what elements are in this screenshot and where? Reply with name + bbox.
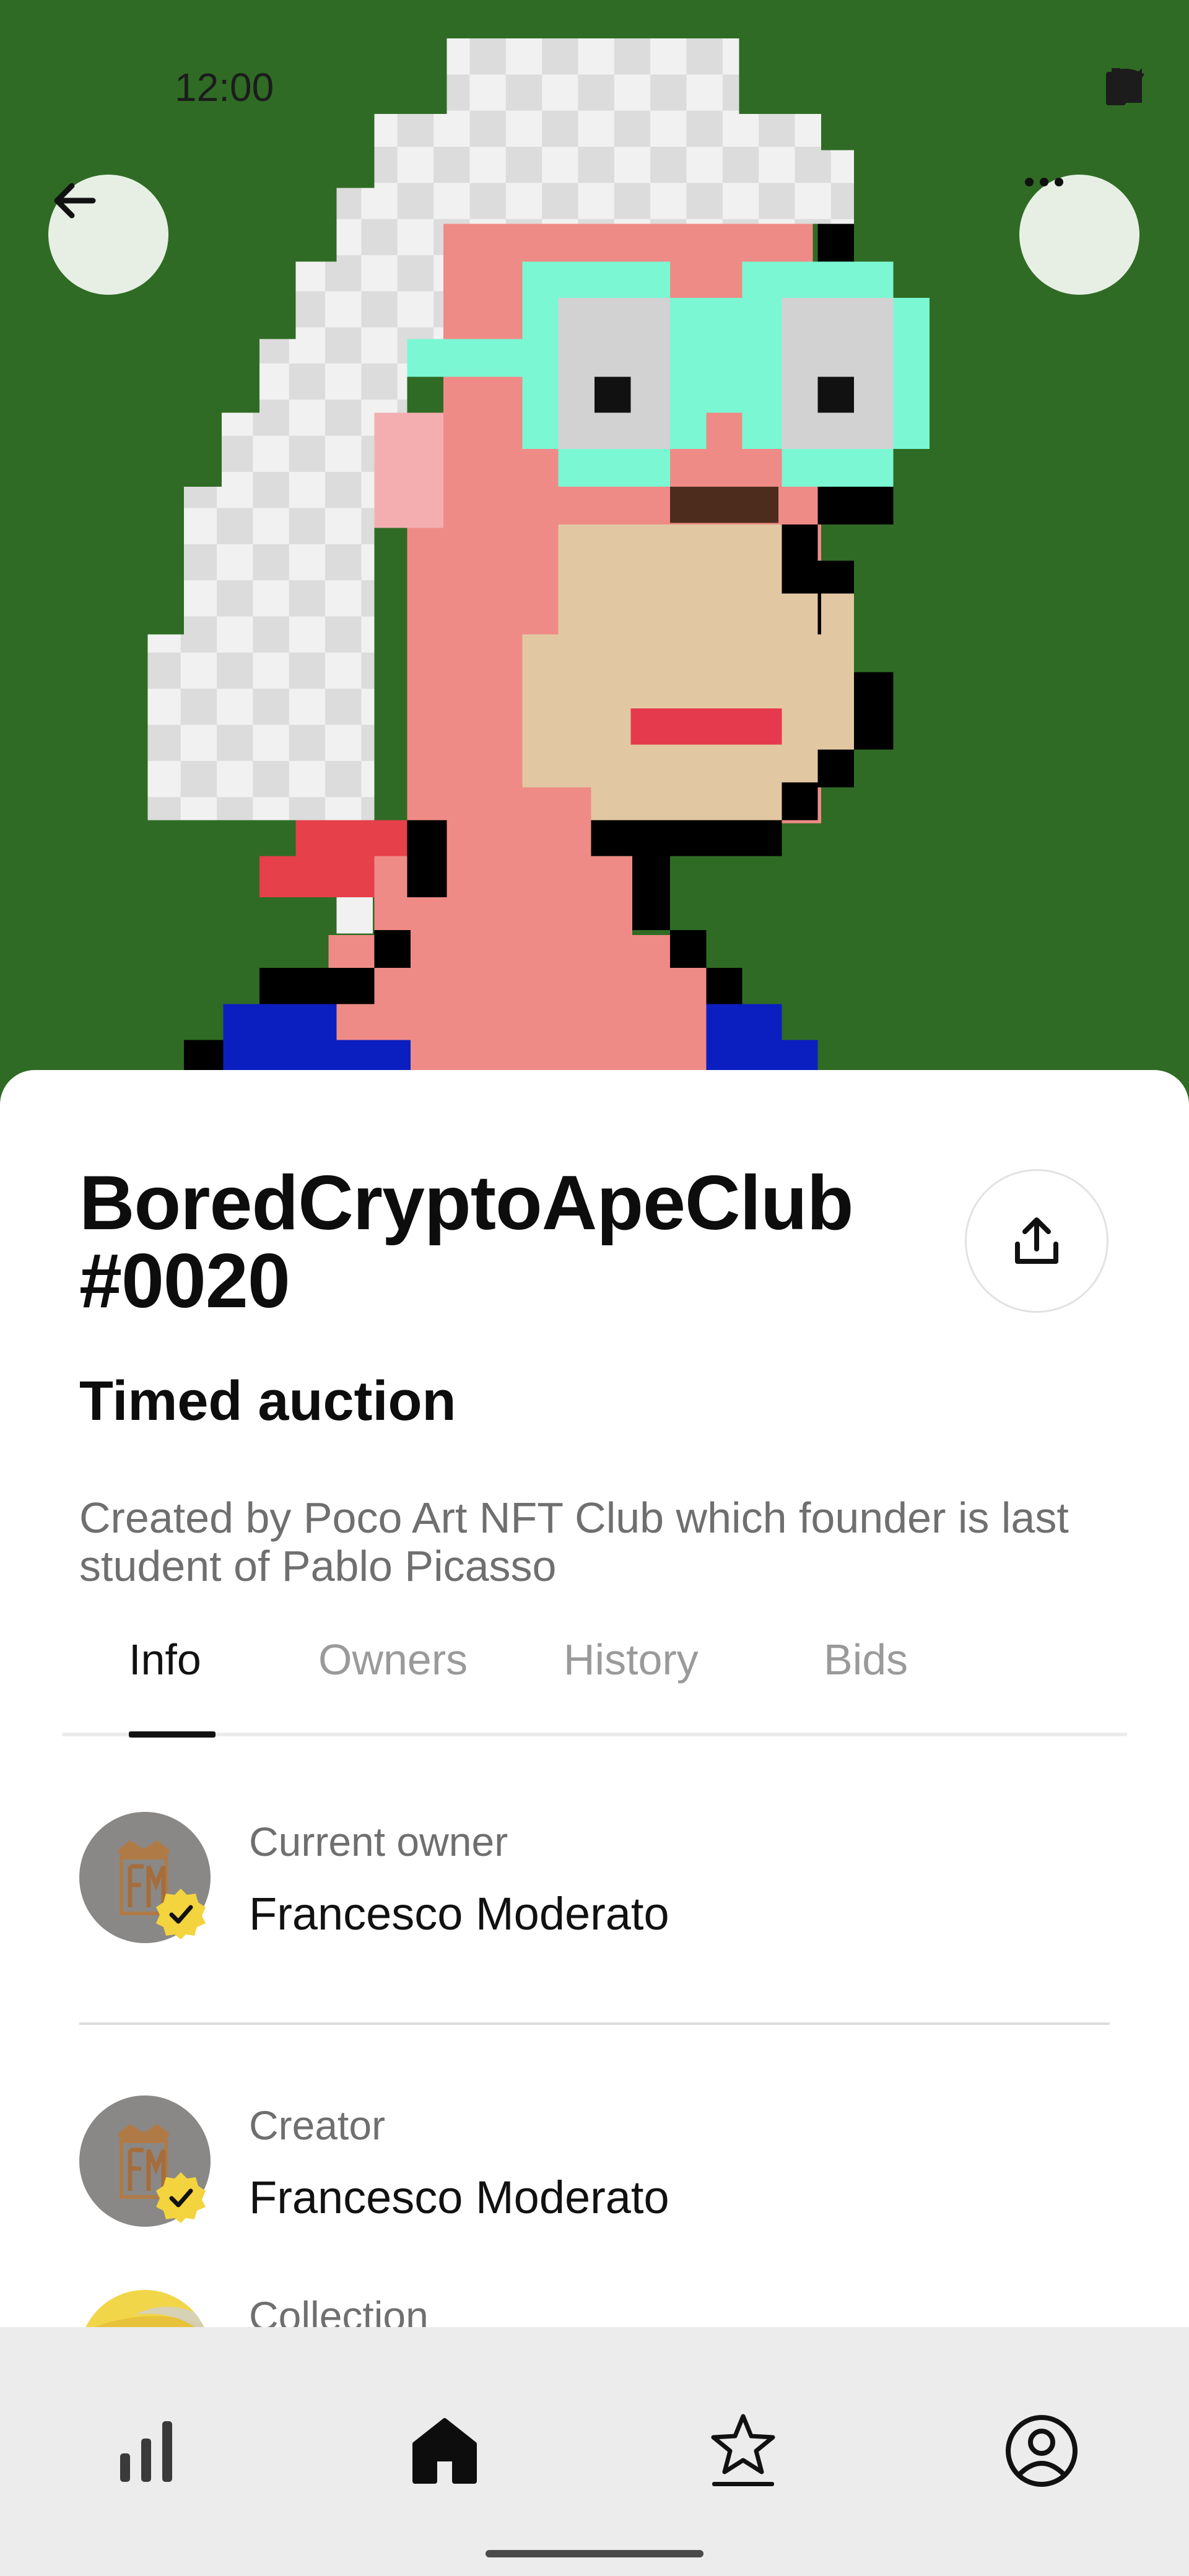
pixel-ape-artwork: [147, 38, 930, 1113]
status-time: 12:00: [175, 65, 274, 110]
share-button[interactable]: [965, 1169, 1108, 1313]
share-icon: [1015, 1217, 1058, 1264]
creator-avatar[interactable]: [79, 2095, 211, 2227]
creator-label: Creator: [249, 2102, 386, 2148]
current-owner-label: Current owner: [249, 1819, 508, 1865]
detail-tabs: Info Owners History Bids: [62, 1635, 1127, 1740]
nav-profile[interactable]: [986, 2395, 1097, 2507]
verified-badge-icon: [156, 1889, 206, 1939]
nft-title: BoredCryptoApeClub #0020: [79, 1160, 854, 1324]
creator-name[interactable]: Francesco Moderato: [249, 2171, 669, 2224]
tab-owners[interactable]: Owners: [318, 1635, 468, 1684]
bottom-navigation: [0, 2327, 1189, 2576]
profile-icon: [1006, 2415, 1078, 2487]
nav-home[interactable]: [389, 2395, 500, 2507]
tab-history[interactable]: History: [564, 1635, 699, 1684]
current-owner-name[interactable]: Francesco Moderato: [249, 1887, 669, 1940]
more-horizontal-icon: [1025, 178, 1063, 186]
section-divider: [79, 2022, 1110, 2025]
battery-icon: [1106, 68, 1126, 105]
tabs-divider: [62, 1733, 1127, 1736]
nav-favorites[interactable]: [687, 2395, 799, 2507]
active-tab-indicator: [129, 1731, 216, 1738]
verified-badge-icon: [156, 2172, 206, 2223]
favorites-icon: [711, 2414, 775, 2486]
nav-stats[interactable]: [90, 2395, 202, 2507]
nft-image: 12:00: [0, 0, 1189, 1115]
stats-icon: [120, 2421, 172, 2482]
nft-description: Created by Poco Art NFT Club which found…: [79, 1494, 1069, 1590]
back-button[interactable]: [48, 175, 168, 295]
more-options-button[interactable]: [1019, 175, 1139, 295]
home-indicator: [486, 2550, 703, 2557]
sale-type: Timed auction: [79, 1370, 456, 1432]
tab-bids[interactable]: Bids: [824, 1635, 908, 1684]
arrow-left-icon: [54, 183, 96, 219]
home-icon: [412, 2418, 477, 2484]
current-owner-avatar[interactable]: [79, 1812, 211, 1943]
tab-info[interactable]: Info: [129, 1635, 201, 1684]
